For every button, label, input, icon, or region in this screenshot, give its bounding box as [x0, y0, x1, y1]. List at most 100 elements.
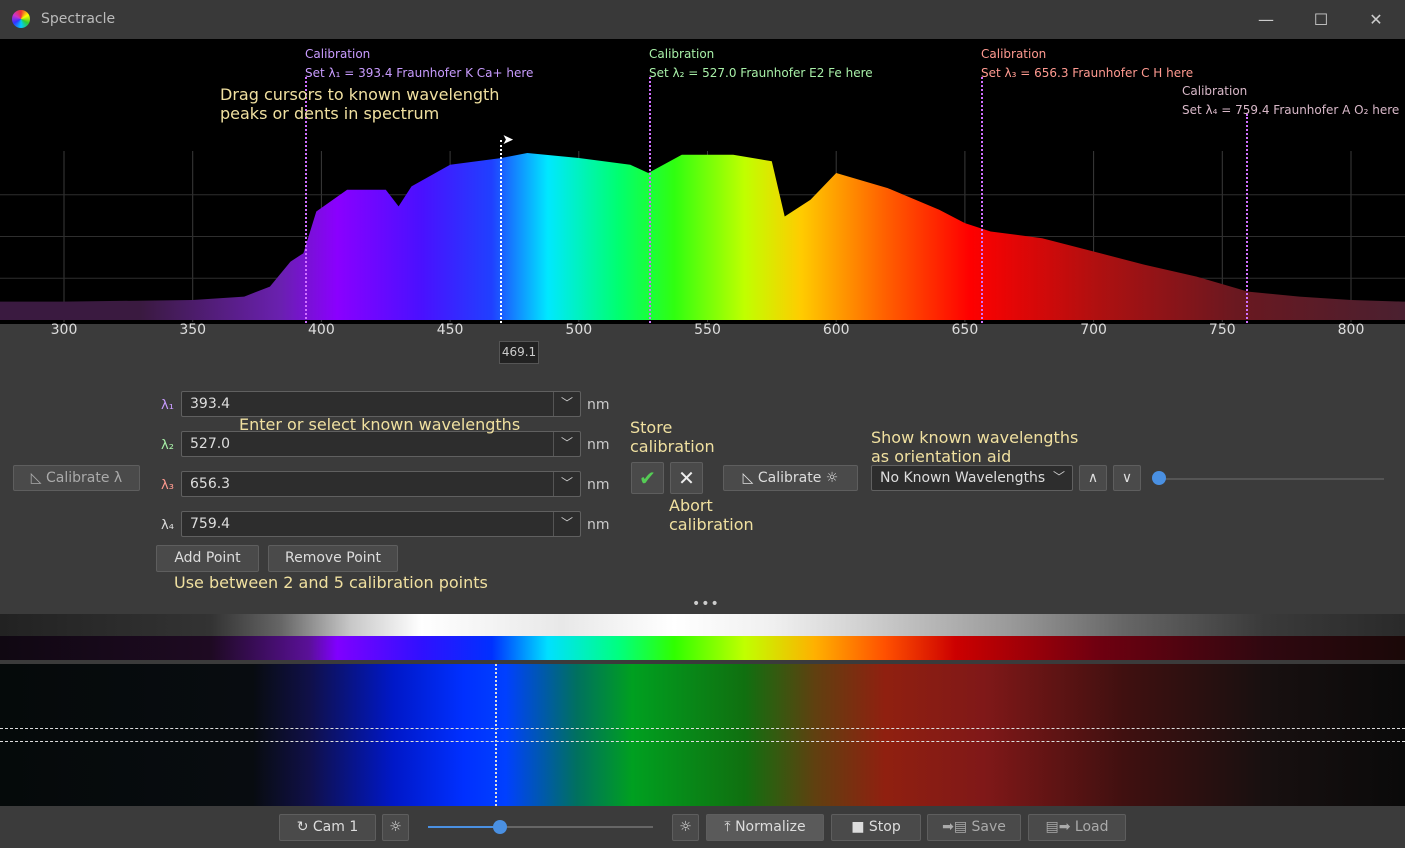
minimize-button[interactable]: —: [1246, 6, 1286, 34]
exposure-auto-button[interactable]: ☼: [382, 814, 409, 841]
previous-known-button[interactable]: ∧: [1079, 465, 1107, 491]
calibration-label-2-title: Calibration: [649, 47, 715, 61]
roi-top-line[interactable]: [0, 728, 1405, 729]
exposure-slider-handle[interactable]: [493, 820, 507, 834]
lambda-1-unit: nm: [587, 397, 610, 413]
store-hint: Store calibration: [630, 418, 715, 456]
remove-point-button[interactable]: Remove Point: [268, 545, 398, 572]
x-tick-label: 300: [50, 322, 78, 338]
x-tick-label: 500: [565, 322, 593, 338]
sun-icon: ☼: [389, 819, 402, 835]
calibration-label-2: Calibration Set λ₂ = 527.0 Fraunhofer E2…: [649, 45, 873, 83]
points-hint: Use between 2 and 5 calibration points: [174, 573, 488, 592]
next-known-button[interactable]: ∨: [1113, 465, 1141, 491]
calibration-label-3-text: Set λ₃ = 656.3 Fraunhofer C H here: [981, 66, 1194, 80]
spectrum-chart[interactable]: [0, 151, 1405, 322]
lambda-4-unit: nm: [587, 517, 610, 533]
load-label: Load: [1074, 819, 1109, 835]
known-slider-track[interactable]: [1159, 478, 1384, 480]
stop-icon: ■: [851, 819, 869, 835]
enter-wavelength-hint: Enter or select known wavelengths: [239, 415, 521, 434]
chevron-down-icon[interactable]: ﹀: [553, 392, 580, 416]
lambda-3-value: 656.3: [190, 476, 231, 492]
add-point-button[interactable]: Add Point: [156, 545, 259, 572]
splitter-handle[interactable]: •••: [692, 596, 720, 612]
known-slider-handle[interactable]: [1152, 471, 1166, 485]
calibrate-sun-button[interactable]: ◺ Calibrate ☼: [723, 465, 858, 491]
known-hint-line-1: Show known wavelengths: [871, 428, 1079, 447]
camera-label: Cam 1: [312, 819, 359, 835]
grayscale-strip: [0, 614, 1405, 636]
lambda-2-combo[interactable]: 527.0 ﹀: [181, 431, 581, 457]
window-title: Spectracle: [41, 11, 116, 27]
x-tick-label: 550: [694, 322, 721, 338]
lambda-4-label: λ₄: [161, 518, 174, 533]
store-hint-line-1: Store: [630, 418, 673, 437]
abort-hint: Abort calibration: [669, 496, 754, 534]
calibrate-sun-label: Calibrate: [757, 470, 822, 486]
lambda-1-combo[interactable]: 393.4 ﹀: [181, 391, 581, 417]
calibration-label-1-text: Set λ₁ = 393.4 Fraunhofer K Ca+ here: [305, 66, 534, 80]
calibration-label-4-title: Calibration: [1182, 84, 1248, 98]
stop-button[interactable]: ■ Stop: [831, 814, 921, 841]
chevron-down-icon[interactable]: ﹀: [553, 432, 580, 456]
calibration-label-1: Calibration Set λ₁ = 393.4 Fraunhofer K …: [305, 45, 533, 83]
brightness-button[interactable]: ☼: [672, 814, 699, 841]
close-button[interactable]: ✕: [1356, 6, 1396, 34]
save-button[interactable]: ➡▤ Save: [927, 814, 1021, 841]
calibration-cursor-2[interactable]: [649, 77, 651, 323]
lambda-3-combo[interactable]: 656.3 ﹀: [181, 471, 581, 497]
checkmark-icon: ✔: [639, 466, 656, 490]
load-button[interactable]: ▤➡ Load: [1028, 814, 1126, 841]
calibration-label-2-text: Set λ₂ = 527.0 Fraunhofer E2 Fe here: [649, 66, 873, 80]
rotate-icon: ↻: [296, 819, 313, 835]
normalize-icon: ⤒: [724, 819, 736, 835]
x-tick-label: 450: [436, 322, 464, 338]
calibration-cursor-4[interactable]: [1246, 114, 1248, 323]
abort-hint-line-1: Abort: [669, 496, 713, 515]
calibrate-lambda-button[interactable]: ◺ Calibrate λ: [13, 465, 140, 491]
lambda-2-label: λ₂: [161, 438, 174, 453]
ruler-icon: ◺: [742, 470, 758, 486]
mouse-cursor-line: [500, 140, 502, 323]
calibration-label-3-title: Calibration: [981, 47, 1047, 61]
camera-cursor-line: [495, 664, 497, 806]
normalize-label: Normalize: [735, 819, 806, 835]
calibration-label-4: Calibration Set λ₄ = 759.4 Fraunhofer A …: [1182, 82, 1399, 120]
x-tick-label: 650: [951, 322, 979, 338]
save-icon: ➡▤: [942, 819, 972, 835]
chevron-down-icon[interactable]: ﹀: [1046, 466, 1072, 490]
lambda-4-combo[interactable]: 759.4 ﹀: [181, 511, 581, 537]
chevron-down-icon[interactable]: ﹀: [553, 472, 580, 496]
roi-bottom-line[interactable]: [0, 741, 1405, 742]
chevron-down-icon[interactable]: ﹀: [553, 512, 580, 536]
x-tick-label: 750: [1208, 322, 1236, 338]
lambda-3-label: λ₃: [161, 478, 174, 493]
lambda-1-value: 393.4: [190, 396, 231, 412]
calibration-cursor-3[interactable]: [981, 77, 983, 323]
store-hint-line-2: calibration: [630, 437, 715, 456]
calibration-label-1-title: Calibration: [305, 47, 371, 61]
store-calibration-button[interactable]: ✔: [631, 462, 664, 494]
camera-image[interactable]: [0, 664, 1405, 806]
x-tick-label: 700: [1080, 322, 1107, 338]
title-bar: Spectracle — ☐ ✕: [0, 0, 1405, 39]
bottom-toolbar: [0, 808, 1405, 848]
sun-icon: ☼: [679, 819, 692, 835]
ruler-icon: ◺: [30, 470, 46, 486]
abort-calibration-button[interactable]: ✕: [670, 462, 703, 494]
camera-button[interactable]: ↻ Cam 1: [279, 814, 376, 841]
calibrate-lambda-label: Calibrate λ: [46, 470, 123, 486]
close-icon: ✕: [678, 466, 695, 490]
known-wavelengths-value: No Known Wavelengths: [880, 470, 1046, 486]
drag-hint-line-2: peaks or dents in spectrum: [220, 104, 440, 123]
x-tick-label: 800: [1337, 322, 1365, 338]
normalize-button[interactable]: ⤒ Normalize: [706, 814, 824, 841]
known-wavelengths-hint: Show known wavelengths as orientation ai…: [871, 428, 1078, 466]
maximize-button[interactable]: ☐: [1301, 6, 1341, 34]
lambda-3-unit: nm: [587, 477, 610, 493]
x-tick-label: 400: [308, 322, 335, 338]
x-tick-label: 600: [822, 322, 850, 338]
known-wavelengths-select[interactable]: No Known Wavelengths ﹀: [871, 465, 1073, 491]
app-logo-icon: [12, 10, 30, 28]
